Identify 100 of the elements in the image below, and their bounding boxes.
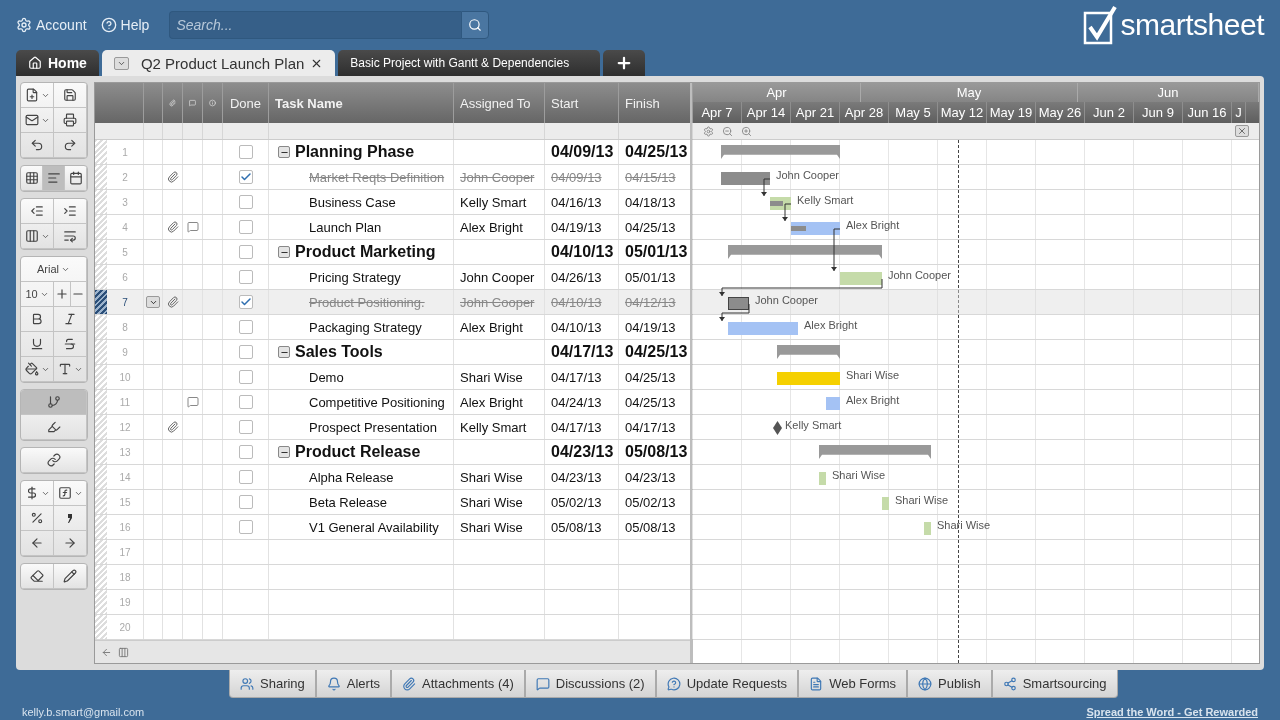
done-checkbox[interactable] [238,345,253,359]
done-checkbox[interactable] [238,520,253,534]
add-tab-button[interactable] [603,50,646,76]
done-checkbox[interactable] [238,195,253,209]
row-handle[interactable] [95,565,107,589]
link-button[interactable] [21,448,87,473]
decrease-size-button[interactable] [70,282,87,307]
bold-button[interactable] [21,307,54,332]
bottom-tab[interactable]: Discussions (2) [524,670,656,698]
done-checkbox[interactable] [238,445,253,459]
bottom-tab[interactable]: Web Forms [798,670,908,698]
task-bar[interactable] [728,297,749,310]
indent-button[interactable] [54,199,87,224]
print-button[interactable] [54,108,87,133]
row-handle[interactable] [95,315,107,339]
calendar-view-button[interactable] [65,166,87,191]
done-checkbox[interactable] [238,170,253,184]
done-checkbox[interactable] [238,270,253,284]
mail-button[interactable] [21,108,54,133]
collapse-button[interactable] [278,446,290,458]
row-handle[interactable] [95,265,107,289]
task-bar[interactable] [770,197,791,210]
redo-button[interactable] [54,133,87,158]
font-select[interactable]: Arial [21,257,87,282]
row-handle[interactable] [95,415,107,439]
done-checkbox[interactable] [238,245,253,259]
zoom-in-icon[interactable] [741,125,752,137]
row-handle[interactable] [95,440,107,464]
done-checkbox[interactable] [238,420,253,434]
done-checkbox[interactable] [238,295,253,309]
bottom-tab[interactable]: Update Requests [655,670,799,698]
conditional-format-button[interactable] [21,390,87,415]
bottom-tab[interactable]: Smartsourcing [991,670,1118,698]
bottom-tab[interactable]: Alerts [315,670,392,698]
text-color-button[interactable] [54,357,87,382]
collapse-button[interactable] [278,246,290,258]
increase-size-button[interactable] [54,282,71,307]
bottom-tab[interactable]: Publish [907,670,992,698]
referral-link[interactable]: Spread the Word - Get Rewarded [1086,706,1258,718]
close-button[interactable] [1235,125,1249,137]
row-handle[interactable] [95,590,107,614]
search-button[interactable] [461,11,490,39]
done-checkbox[interactable] [238,145,253,159]
collapse-button[interactable] [278,346,290,358]
undo-button[interactable] [21,133,54,158]
font-size-select[interactable]: 10 [21,282,54,307]
collapse-button[interactable] [278,146,290,158]
account-link[interactable]: Account [16,17,87,33]
row-handle[interactable] [95,290,107,314]
zoom-out-icon[interactable] [722,125,733,137]
sheet-tab[interactable]: Basic Project with Gantt & Dependencies [338,50,601,76]
row-handle[interactable] [95,140,107,164]
done-checkbox[interactable] [238,320,253,334]
search-field[interactable]: Search... [169,11,462,39]
task-bar[interactable] [721,172,770,185]
row-handle[interactable] [95,515,107,539]
settings-icon[interactable] [703,125,714,137]
row-handle[interactable] [95,215,107,239]
row-handle[interactable] [95,165,107,189]
columns-icon[interactable] [118,646,129,658]
row-handle[interactable] [95,615,107,639]
percent-button[interactable] [21,506,54,531]
row-handle[interactable] [95,340,107,364]
assignee: Alex Bright [460,394,523,410]
strikethrough-button[interactable] [54,332,87,357]
formula-button[interactable] [54,481,87,506]
bottom-tab[interactable]: Sharing [229,670,316,698]
bottom-tab[interactable]: Attachments (4) [391,670,525,698]
row-handle[interactable] [95,490,107,514]
sheet-tab[interactable]: Home [16,50,99,76]
sheet-tab[interactable]: Q2 Product Launch Plan [101,50,336,76]
done-checkbox[interactable] [238,220,253,234]
tab-menu-button[interactable] [113,56,129,70]
row-handle[interactable] [95,190,107,214]
wrap-text-button[interactable] [54,224,87,249]
scroll-left-icon[interactable] [101,646,112,658]
help-link[interactable]: Help [100,17,150,33]
currency-button[interactable] [21,481,54,506]
new-button[interactable] [21,83,54,108]
edit-button[interactable] [54,564,87,589]
comma-button[interactable] [54,506,87,531]
done-checkbox[interactable] [238,470,253,484]
clear-format-button[interactable] [21,564,54,589]
task-bar[interactable] [791,222,840,235]
row-handle[interactable] [95,540,107,564]
columns-button[interactable] [21,224,54,249]
row-handle[interactable] [95,465,107,489]
done-checkbox[interactable] [238,495,253,509]
done-checkbox[interactable] [238,370,253,384]
gantt-view-button[interactable] [43,166,65,191]
fill-color-button[interactable] [21,357,54,382]
done-checkbox[interactable] [238,395,253,409]
row-handle[interactable] [95,390,107,414]
row-handle[interactable] [95,365,107,389]
highlight-button[interactable] [21,415,87,440]
save-button[interactable] [54,83,87,108]
row-menu-button[interactable] [146,296,160,308]
underline-button[interactable] [21,332,54,357]
row-handle[interactable] [95,240,107,264]
outdent-button[interactable] [21,199,54,224]
